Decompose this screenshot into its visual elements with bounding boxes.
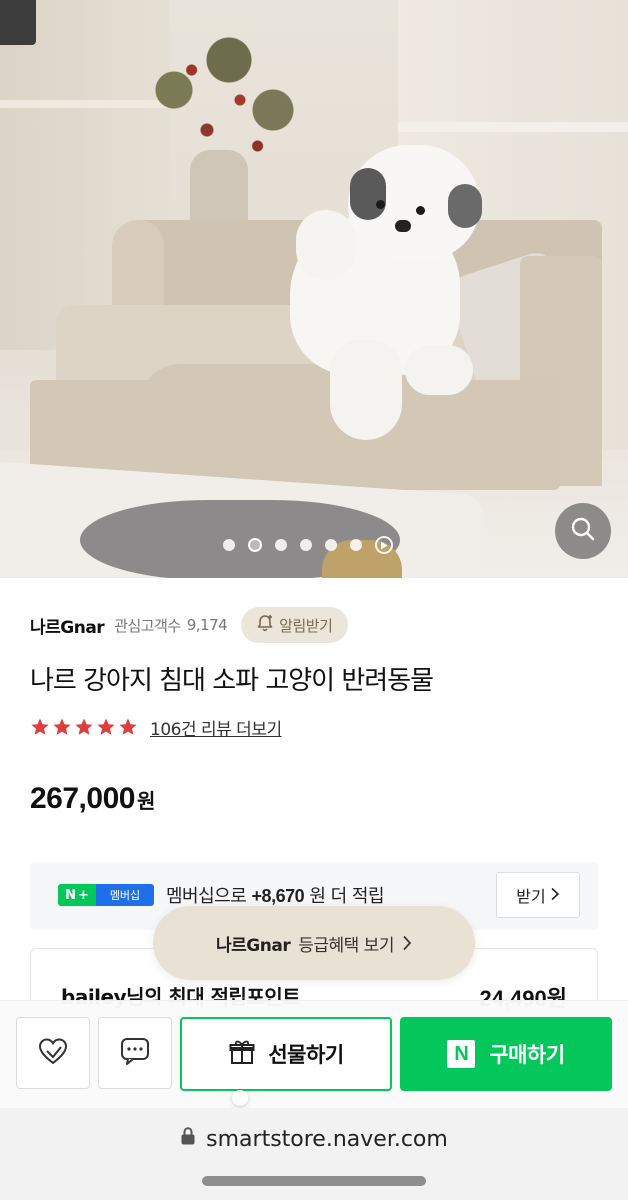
badge-plus: +	[77, 887, 89, 903]
alert-button[interactable]: 알림받기	[241, 607, 349, 643]
chevron-right-icon	[550, 886, 560, 905]
store-row: 나르Gnar 관심고객수 9,174 알림받기	[30, 606, 349, 644]
url-text: smartstore.naver.com	[206, 1126, 448, 1152]
photo-dog	[416, 206, 425, 215]
photo-vase	[190, 150, 248, 230]
alert-label: 알림받기	[279, 616, 333, 635]
star-icon	[75, 718, 93, 735]
rating-row: 106건 리뷰 더보기	[30, 714, 282, 740]
gift-icon	[228, 1038, 256, 1071]
grade-label: 등급혜택 보기	[298, 935, 394, 956]
gift-button[interactable]: 선물하기	[180, 1017, 392, 1091]
price-row: 267,000 원	[30, 782, 155, 816]
carousel-dot[interactable]	[275, 539, 287, 551]
membership-prefix: 멤버십으로	[166, 886, 247, 907]
carousel-dot[interactable]	[350, 539, 362, 551]
play-icon[interactable]	[375, 536, 393, 554]
product-image[interactable]	[0, 0, 628, 578]
photo-dog	[376, 200, 385, 209]
receive-button[interactable]: 받기	[496, 872, 580, 918]
product-title: 나르 강아지 침대 소파 고양이 반려동물	[30, 666, 434, 696]
membership-suffix: 원 더 적립	[309, 886, 385, 907]
photo-outlet	[0, 0, 36, 45]
carousel-indicator[interactable]	[223, 536, 393, 554]
photo-shelf	[398, 122, 628, 132]
search-icon	[570, 516, 596, 546]
photo-dog	[448, 184, 482, 228]
carousel-dot-active[interactable]	[248, 538, 262, 552]
buy-button[interactable]: N 구매하기	[400, 1017, 612, 1091]
carousel-dot[interactable]	[223, 539, 235, 551]
grade-store-name: 나르Gnar	[216, 935, 291, 956]
star-icon	[31, 718, 49, 735]
page-indicator	[232, 1090, 248, 1106]
buy-label: 구매하기	[489, 1043, 565, 1067]
review-link[interactable]: 106건 리뷰 더보기	[150, 715, 282, 740]
photo-dog	[405, 345, 473, 395]
naver-n-icon: N	[447, 1040, 476, 1068]
photo-dog	[395, 220, 411, 232]
talk-button[interactable]	[98, 1017, 172, 1089]
membership-amount: +8,670	[251, 886, 305, 906]
chevron-right-icon	[402, 935, 412, 951]
heart-icon	[37, 1036, 69, 1070]
url-display[interactable]: smartstore.naver.com	[0, 1126, 628, 1152]
lock-icon	[180, 1126, 196, 1152]
photo-dog	[296, 210, 356, 280]
membership-text: 멤버십으로 +8,670 원 더 적립	[166, 882, 385, 908]
chat-icon	[119, 1036, 151, 1070]
carousel-dot[interactable]	[300, 539, 312, 551]
home-indicator[interactable]	[202, 1176, 426, 1186]
badge-n: N	[65, 887, 76, 903]
star-icon	[53, 718, 71, 735]
membership-badge: N + 멤버십	[58, 884, 154, 906]
grade-benefits-button[interactable]: 나르Gnar 등급혜택 보기	[153, 906, 475, 980]
price-currency: 원	[136, 789, 156, 813]
bell-plus-icon	[255, 613, 275, 637]
star-icon	[97, 718, 115, 735]
rating-stars	[30, 717, 138, 737]
zoom-button[interactable]	[555, 503, 611, 559]
followers-label: 관심고객수	[114, 616, 181, 635]
browser-url-bar[interactable]: smartstore.naver.com	[0, 1108, 628, 1200]
followers-count: 9,174	[186, 616, 228, 634]
receive-label: 받기	[516, 887, 546, 906]
gift-label: 선물하기	[268, 1043, 344, 1067]
membership-badge-label: 멤버십	[96, 884, 154, 906]
photo-dog	[350, 168, 386, 220]
star-icon	[119, 718, 137, 735]
naver-plus-badge: N +	[58, 884, 96, 906]
store-name[interactable]: 나르Gnar	[30, 613, 105, 638]
bottom-action-bar: 선물하기 N 구매하기	[0, 1000, 628, 1108]
carousel-dot[interactable]	[325, 539, 337, 551]
photo-dog	[330, 340, 402, 440]
price-value: 267,000	[30, 782, 135, 815]
wishlist-button[interactable]	[16, 1017, 90, 1089]
